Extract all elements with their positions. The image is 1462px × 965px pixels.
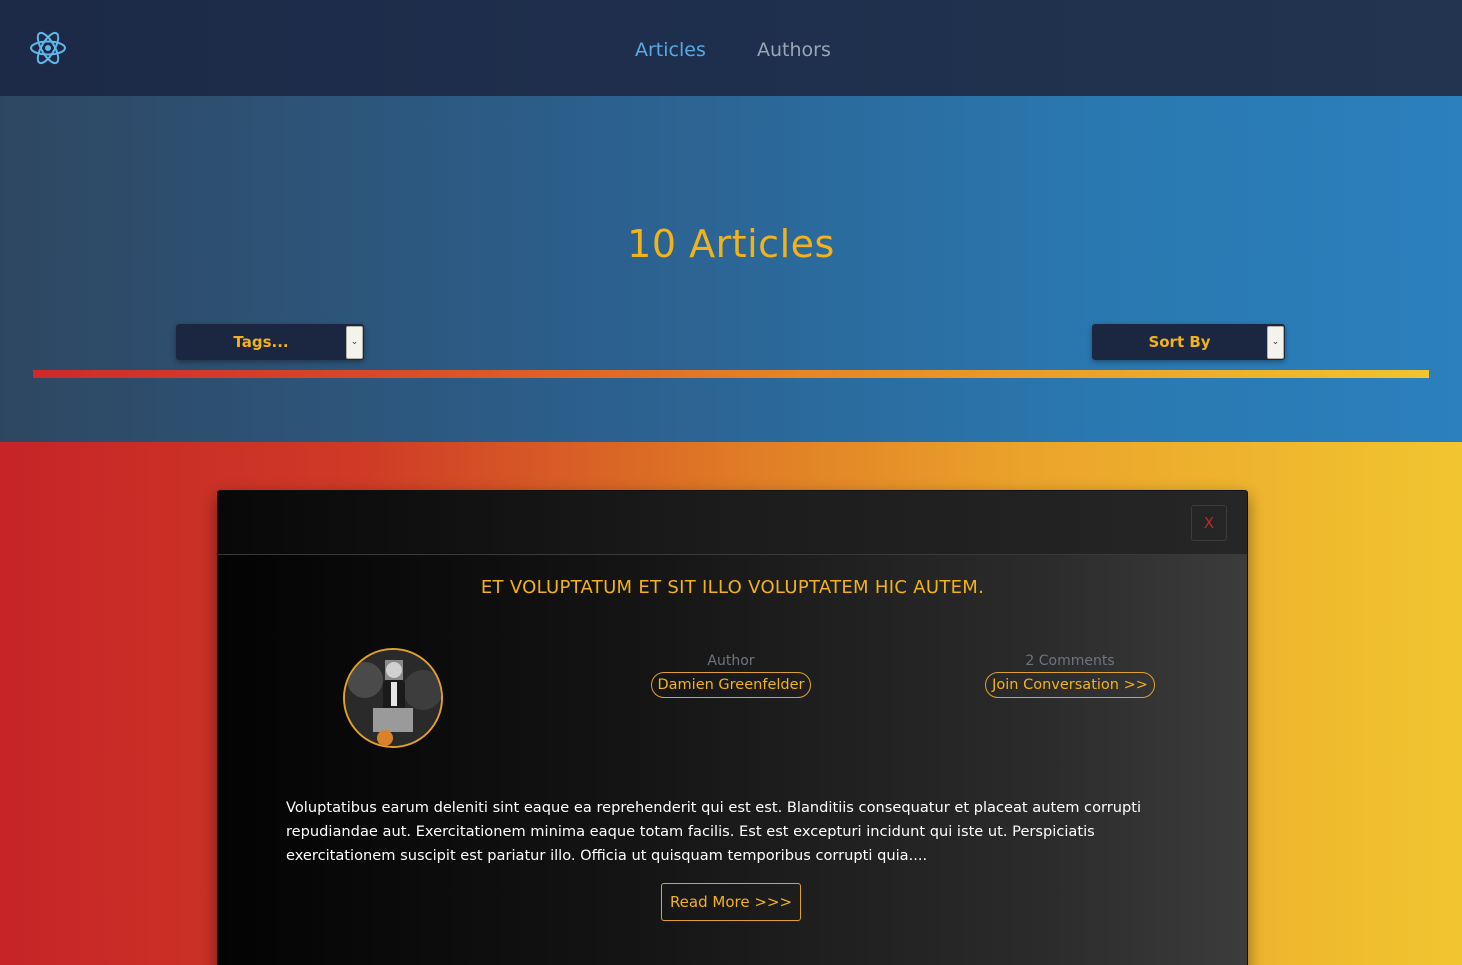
read-more-button[interactable]: Read More >>> — [661, 883, 801, 921]
react-atom-icon[interactable] — [28, 30, 68, 66]
hero-section: 10 Articles Tags... ⌄ Sort By ⌄ — [0, 96, 1462, 442]
chevron-down-icon[interactable]: ⌄ — [346, 326, 363, 359]
author-link-button[interactable]: Damien Greenfelder — [651, 672, 811, 698]
author-avatar[interactable] — [343, 648, 443, 748]
chevron-down-icon[interactable]: ⌄ — [1267, 326, 1284, 359]
article-card-header: X — [218, 491, 1247, 555]
article-title[interactable]: ET VOLUPTATUM ET SIT ILLO VOLUPTATEM HIC… — [218, 575, 1247, 601]
article-excerpt: Voluptatibus earum deleniti sint eaque e… — [286, 799, 1142, 864]
gradient-divider — [33, 370, 1429, 378]
close-button[interactable]: X — [1191, 505, 1227, 541]
article-card: X ET VOLUPTATUM ET SIT ILLO VOLUPTATEM H… — [217, 490, 1248, 965]
top-navbar: Articles Authors — [0, 0, 1462, 96]
tags-select-value: Tags... — [233, 333, 289, 351]
join-conversation-button[interactable]: Join Conversation >> — [985, 672, 1155, 698]
sort-select-value: Sort By — [1148, 333, 1211, 351]
articles-count-heading: 10 Articles — [627, 222, 835, 266]
tags-select[interactable]: Tags... ⌄ — [176, 324, 364, 360]
comments-count: 2 Comments — [1025, 653, 1115, 669]
nav-link-authors[interactable]: Authors — [757, 36, 831, 64]
sort-select[interactable]: Sort By ⌄ — [1092, 324, 1285, 360]
articles-list-section: X ET VOLUPTATUM ET SIT ILLO VOLUPTATEM H… — [0, 442, 1462, 965]
nav-link-articles[interactable]: Articles — [635, 36, 706, 64]
author-label: Author — [707, 653, 755, 669]
